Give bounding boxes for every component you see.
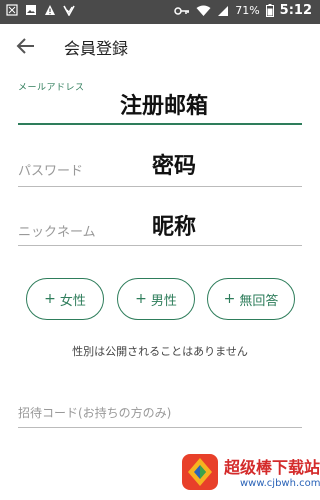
warning-icon [45, 5, 55, 15]
battery-percent: 71% [235, 4, 260, 17]
invite-code-underline [18, 427, 302, 428]
gender-none-label: 無回答 [239, 293, 279, 309]
watermark-url: www.cjbwh.com [240, 478, 320, 489]
app-bar: 会員登録 [0, 24, 320, 68]
email-label: メールアドレス [18, 83, 85, 93]
back-arrow-icon[interactable] [14, 34, 38, 58]
watermark-logo-icon [182, 454, 218, 490]
wifi-icon [196, 5, 211, 16]
password-underline [18, 186, 302, 187]
plus-icon: + [135, 291, 147, 307]
signal-icon [218, 5, 229, 16]
key-icon [174, 6, 190, 15]
nickname-placeholder: ニックネーム [18, 225, 96, 240]
password-overlay-text: 密码 [152, 154, 197, 179]
gender-male-button[interactable]: + 男性 [117, 278, 195, 320]
invite-code-placeholder: 招待コード(お持ちの方のみ) [18, 406, 172, 420]
notification-icons [6, 4, 75, 16]
plus-icon: + [223, 291, 236, 307]
email-underline [18, 123, 302, 125]
password-placeholder: パスワード [18, 164, 84, 179]
gender-female-label: 女性 [59, 293, 86, 309]
system-icons: 71% 5:12 [174, 3, 312, 18]
page-title: 会員登録 [64, 39, 129, 58]
password-field[interactable]: パスワード 密码 [18, 148, 302, 188]
nfc-icon [6, 4, 18, 16]
gender-female-button[interactable]: + 女性 [26, 278, 104, 320]
gender-none-button[interactable]: + 無回答 [207, 278, 295, 320]
email-overlay-text: 注册邮箱 [120, 94, 209, 119]
nickname-underline [18, 245, 302, 246]
status-bar: 71% 5:12 [0, 0, 320, 24]
email-field[interactable]: メールアドレス 注册邮箱 [18, 80, 302, 126]
image-icon [26, 5, 36, 15]
watermark-title: 超级棒下载站 [224, 458, 320, 477]
nickname-field[interactable]: ニックネーム 昵称 [18, 207, 302, 247]
check-icon [63, 5, 75, 16]
gender-male-label: 男性 [150, 293, 177, 309]
battery-icon [265, 4, 274, 17]
watermark: 超级棒下载站 www.cjbwh.com [178, 448, 320, 498]
clock: 5:12 [279, 3, 312, 18]
invite-code-field[interactable]: 招待コード(お持ちの方のみ) [18, 398, 302, 430]
nickname-overlay-text: 昵称 [152, 215, 197, 240]
plus-icon: + [44, 291, 56, 307]
gender-privacy-note: 性別は公開されることはありません [72, 345, 248, 358]
